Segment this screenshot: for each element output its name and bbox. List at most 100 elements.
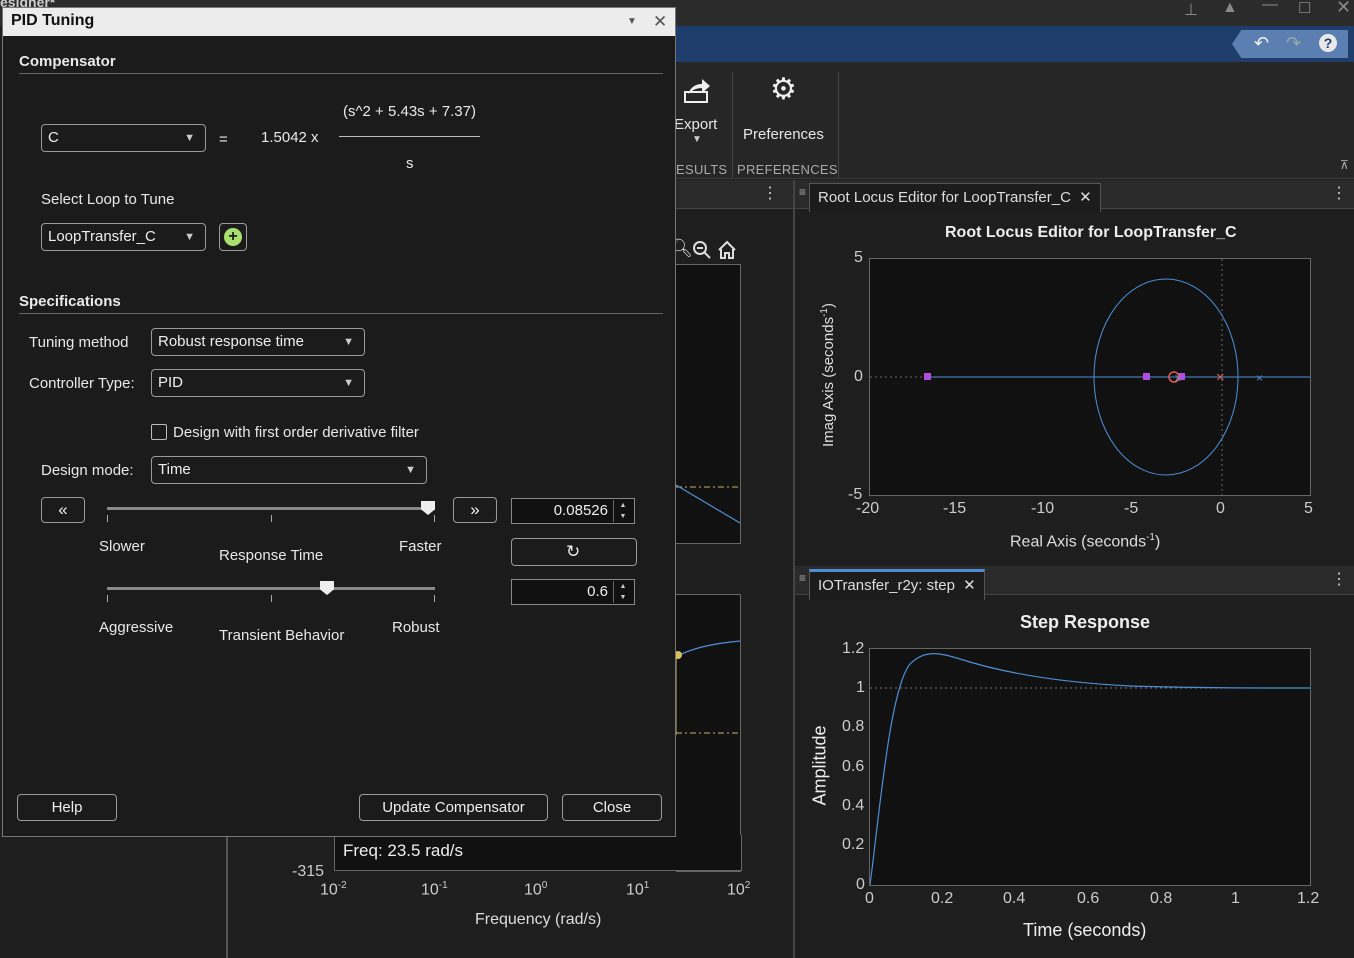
- step-title: Step Response: [1020, 612, 1151, 632]
- chevron-down-icon: ▼: [184, 132, 195, 144]
- faster-label: Faster: [399, 538, 442, 555]
- derivative-filter-checkbox[interactable]: [151, 424, 167, 440]
- root-locus-ylabel: Imag Axis (seconds-1): [819, 303, 837, 447]
- tuning-method-select[interactable]: Robust response time ▼: [151, 328, 365, 356]
- bode-xlabel: Frequency (rad/s): [475, 911, 602, 928]
- design-mode-label: Design mode:: [41, 462, 134, 479]
- transient-behavior-input[interactable]: 0.6 ▲ ▼: [511, 579, 635, 605]
- compensator-select[interactable]: C ▼: [41, 124, 206, 152]
- close-icon[interactable]: ✕: [1079, 189, 1092, 206]
- spinner-icon[interactable]: ▲ ▼: [613, 500, 632, 522]
- export-button[interactable]: Export ▼: [674, 72, 732, 152]
- bode-x-tick: 101: [626, 880, 650, 899]
- undo-icon[interactable]: ↶: [1254, 33, 1269, 54]
- aggressive-label: Aggressive: [99, 619, 174, 636]
- step-tabbar: ≡ IOTransfer_r2y: step ✕ ⋮: [795, 566, 1354, 600]
- compensator-numerator: (s^2 + 5.43s + 7.37): [343, 103, 476, 120]
- transient-behavior-slider-thumb[interactable]: [320, 581, 334, 595]
- close-icon[interactable]: ✕: [653, 12, 667, 32]
- reset-button[interactable]: ↻: [511, 538, 637, 566]
- freq-readout: Freq: 23.5 rad/s: [343, 841, 464, 860]
- preferences-button[interactable]: ⚙ Preferences: [738, 72, 838, 143]
- root-locus-menu-icon[interactable]: ⋮: [1331, 183, 1347, 203]
- chevron-down-icon: ▼: [343, 377, 354, 389]
- step-response-plot[interactable]: [869, 648, 1311, 886]
- svg-text:x: x: [1175, 372, 1181, 384]
- root-locus-plot[interactable]: x × ×: [869, 258, 1311, 496]
- results-section-label: ESULTS: [676, 162, 728, 177]
- bode-phase-plot-lower: Freq: 23.5 rad/s: [334, 835, 742, 871]
- loop-select[interactable]: LoopTransfer_C ▼: [41, 223, 206, 251]
- drag-handle-icon[interactable]: ≡: [799, 185, 806, 199]
- slower-step-button[interactable]: «: [41, 497, 85, 523]
- reset-icon: ↻: [566, 542, 581, 561]
- derivative-filter-label: Design with first order derivative filte…: [173, 424, 419, 441]
- update-compensator-button[interactable]: Update Compensator: [359, 794, 548, 821]
- root-locus-x-tick: -5: [1124, 500, 1139, 517]
- response-time-slider[interactable]: [107, 501, 435, 524]
- step-y-tick: 0.6: [842, 758, 865, 775]
- controller-type-label: Controller Type:: [29, 375, 135, 392]
- compensator-section-title: Compensator: [19, 53, 116, 70]
- tab-root-locus-label: Root Locus Editor for LoopTransfer_C: [818, 189, 1071, 206]
- controller-type-select[interactable]: PID ▼: [151, 369, 365, 397]
- response-time-input[interactable]: 0.08526 ▲ ▼: [511, 498, 635, 524]
- chevron-down-icon: ▼: [343, 336, 354, 348]
- chevron-down-icon: ▼: [405, 464, 416, 476]
- step-x-tick: 0.4: [1003, 890, 1026, 907]
- zoom-out-icon[interactable]: [692, 240, 712, 260]
- bode-x-tick: 10-2: [320, 880, 347, 899]
- bode-x-ticks: 10-2 10-1 100 101 102: [318, 878, 758, 904]
- step-x-tick: 0: [865, 890, 874, 907]
- home-icon[interactable]: [716, 239, 738, 261]
- bode-x-tick: 100: [524, 880, 548, 899]
- dialog-title-bar[interactable]: PID Tuning ▼ ✕: [3, 8, 675, 36]
- step-ylabel: Amplitude: [809, 725, 830, 806]
- tab-step[interactable]: IOTransfer_r2y: step ✕: [809, 569, 985, 600]
- specifications-section-title: Specifications: [19, 293, 121, 310]
- tuning-method-label: Tuning method: [29, 334, 129, 351]
- root-locus-x-tick: -15: [943, 500, 967, 517]
- step-x-tick: 0.2: [931, 890, 954, 907]
- chevron-down-icon[interactable]: ▼: [627, 16, 637, 27]
- chevron-down-icon: ▼: [692, 134, 702, 145]
- collapse-ribbon-icon[interactable]: ⊼: [1340, 158, 1349, 172]
- tab-root-locus[interactable]: Root Locus Editor for LoopTransfer_C ✕: [809, 183, 1101, 212]
- plus-icon: +: [224, 228, 242, 246]
- step-xlabel: Time (seconds): [1023, 920, 1147, 940]
- pin-icon[interactable]: ⊥: [1184, 0, 1198, 20]
- maximize-icon[interactable]: ☐: [1298, 0, 1311, 17]
- response-time-slider-thumb[interactable]: [421, 501, 435, 515]
- pid-tuning-dialog: PID Tuning ▼ ✕ Compensator C ▼ = 1.5042 …: [2, 7, 676, 837]
- root-locus-x-tick: -20: [856, 500, 880, 517]
- step-x-tick: 1.2: [1297, 890, 1320, 907]
- help-button[interactable]: Help: [17, 794, 117, 821]
- transient-behavior-slider[interactable]: [107, 581, 435, 604]
- double-chevron-left-icon: «: [58, 500, 68, 519]
- root-locus-tabbar: ≡ Root Locus Editor for LoopTransfer_C ✕…: [795, 180, 1354, 212]
- equals-sign: =: [219, 131, 228, 148]
- step-y-tick: 0: [856, 876, 865, 893]
- drag-handle-icon[interactable]: ≡: [799, 571, 806, 585]
- bode-menu-icon[interactable]: ⋮: [762, 183, 778, 203]
- redo-icon[interactable]: ↷: [1286, 33, 1301, 54]
- spinner-icon[interactable]: ▲ ▼: [613, 581, 632, 603]
- close-icon[interactable]: ✕: [963, 577, 976, 594]
- add-loop-button[interactable]: +: [219, 223, 247, 251]
- help-icon[interactable]: ?: [1319, 34, 1337, 52]
- collapse-icon[interactable]: ▲: [1222, 0, 1238, 17]
- bode-data-marker[interactable]: [674, 651, 682, 659]
- bode-magnitude-plot[interactable]: [675, 264, 741, 544]
- step-menu-icon[interactable]: ⋮: [1331, 569, 1347, 589]
- closed-loop-pole[interactable]: [924, 373, 931, 380]
- step-y-tick: 0.8: [842, 718, 865, 735]
- closed-loop-pole[interactable]: [1143, 373, 1150, 380]
- design-mode-select[interactable]: Time ▼: [151, 456, 427, 484]
- root-locus-xlabel: Real Axis (seconds-1): [1010, 532, 1161, 551]
- faster-step-button[interactable]: »: [453, 497, 497, 523]
- minimize-icon[interactable]: —: [1262, 0, 1278, 14]
- close-window-icon[interactable]: ✕: [1336, 0, 1351, 18]
- bode-phase-plot[interactable]: [674, 594, 741, 872]
- close-button[interactable]: Close: [562, 794, 662, 821]
- compensator-gain: 1.5042 x: [261, 129, 319, 146]
